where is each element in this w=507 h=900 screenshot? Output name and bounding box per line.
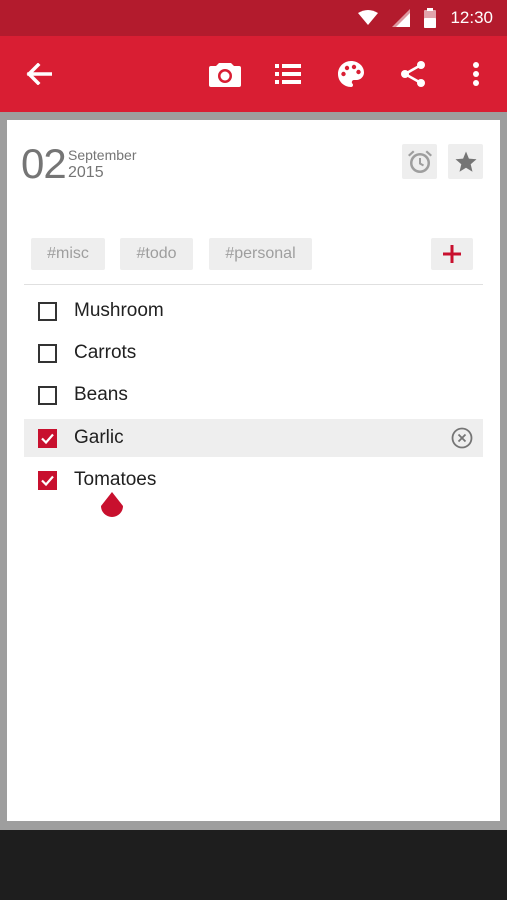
note-card: 02 September 2015 #misc #todo #personal … bbox=[7, 120, 500, 821]
item-checkbox[interactable] bbox=[38, 386, 57, 405]
item-label[interactable]: Carrots bbox=[74, 342, 136, 364]
note-date-day: 02 bbox=[21, 140, 67, 187]
remove-item-icon[interactable] bbox=[451, 427, 473, 449]
note-date-year: 2015 bbox=[68, 164, 104, 181]
item-checkbox[interactable] bbox=[38, 429, 57, 448]
tag-chip[interactable]: #personal bbox=[209, 238, 312, 270]
camera-icon bbox=[209, 63, 241, 87]
color-button[interactable] bbox=[329, 52, 373, 96]
checklist-item: Tomatoes bbox=[24, 461, 483, 499]
signal-icon bbox=[392, 9, 411, 27]
more-vert-icon bbox=[473, 62, 479, 86]
item-checkbox[interactable] bbox=[38, 302, 57, 321]
more-button[interactable] bbox=[454, 52, 498, 96]
status-time: 12:30 bbox=[450, 8, 493, 27]
check-icon bbox=[41, 475, 54, 487]
item-label[interactable]: Tomatoes bbox=[74, 469, 156, 491]
wifi-icon bbox=[358, 10, 379, 25]
camera-button[interactable] bbox=[203, 52, 247, 96]
favorite-button[interactable] bbox=[448, 144, 483, 179]
toolbar bbox=[0, 36, 507, 112]
plus-icon bbox=[443, 245, 461, 263]
add-tag-button[interactable] bbox=[431, 238, 473, 270]
text-cursor-handle[interactable] bbox=[99, 492, 125, 522]
note-date-month: September bbox=[68, 147, 137, 163]
checklist-item: Mushroom bbox=[24, 292, 483, 330]
share-icon bbox=[401, 61, 425, 87]
back-button[interactable] bbox=[17, 52, 61, 96]
battery-icon bbox=[424, 8, 437, 28]
item-label[interactable]: Mushroom bbox=[74, 300, 164, 322]
alarm-icon bbox=[407, 150, 432, 173]
reminder-button[interactable] bbox=[402, 144, 437, 179]
list-icon bbox=[275, 64, 301, 84]
checklist-item: Garlic bbox=[24, 419, 483, 457]
checklist-item: Beans bbox=[24, 376, 483, 414]
status-bar: 12:30 bbox=[0, 0, 507, 36]
tag-chip[interactable]: #todo bbox=[120, 238, 193, 270]
item-label[interactable]: Garlic bbox=[74, 427, 124, 449]
item-label[interactable]: Beans bbox=[74, 384, 128, 406]
item-checkbox[interactable] bbox=[38, 344, 57, 363]
palette-icon bbox=[338, 61, 364, 87]
checklist-item: Carrots bbox=[24, 334, 483, 372]
item-checkbox[interactable] bbox=[38, 471, 57, 490]
check-icon bbox=[41, 433, 54, 445]
divider bbox=[24, 284, 483, 285]
star-icon bbox=[455, 151, 476, 172]
back-arrow-icon bbox=[26, 63, 52, 85]
navigation-bar bbox=[0, 830, 507, 900]
tag-chip[interactable]: #misc bbox=[31, 238, 105, 270]
checklist-button[interactable] bbox=[266, 52, 310, 96]
share-button[interactable] bbox=[391, 52, 435, 96]
